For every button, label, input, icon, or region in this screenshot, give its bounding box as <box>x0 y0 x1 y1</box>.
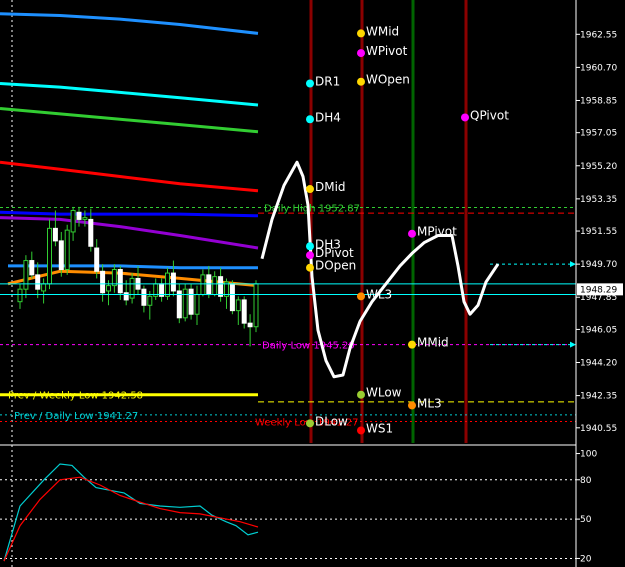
level-label: Prev / Daily Low 1941.27 <box>14 411 138 422</box>
pivot-label: WPivot <box>366 44 408 58</box>
pivot-dot[interactable] <box>408 340 416 349</box>
candle[interactable] <box>52 227 58 242</box>
trading-chart[interactable]: Daily High 1952.87Daily Low 1945.20Prev … <box>0 0 625 567</box>
pivot-dot[interactable] <box>306 263 314 272</box>
level-label: Daily Low 1945.20 <box>262 341 355 352</box>
candle[interactable] <box>111 269 117 287</box>
axis-tick-label: 1942.35 <box>580 392 617 402</box>
candle[interactable] <box>165 272 170 297</box>
oscillator-tick-label: 20 <box>580 554 592 564</box>
candle[interactable] <box>41 283 47 292</box>
candle[interactable] <box>23 260 29 290</box>
candle[interactable] <box>194 294 200 315</box>
candle[interactable] <box>182 288 188 319</box>
candle[interactable] <box>82 217 88 220</box>
candle[interactable] <box>100 270 106 294</box>
candle[interactable] <box>188 288 194 315</box>
candle[interactable] <box>218 276 224 297</box>
candle[interactable] <box>229 283 235 312</box>
candle[interactable] <box>64 229 70 271</box>
pivot-label: DH4 <box>315 110 341 124</box>
candle[interactable] <box>88 218 94 247</box>
candle[interactable] <box>206 274 212 296</box>
candle[interactable] <box>241 299 247 324</box>
pivot-label: QPivot <box>470 108 509 122</box>
candle[interactable] <box>235 299 241 312</box>
pivot-label: ML3 <box>417 396 442 410</box>
candle[interactable] <box>58 240 64 271</box>
pivot-dot[interactable] <box>306 115 314 124</box>
level-label: Prev / Weekly Low 1942.58 <box>8 391 143 402</box>
candle[interactable] <box>29 260 35 276</box>
pivot-label: DOpen <box>315 259 356 273</box>
axis-tick-label: 1960.70 <box>580 63 617 73</box>
pivot-dot[interactable] <box>357 292 365 301</box>
axis-tick-label: 1955.20 <box>580 162 617 172</box>
oscillator-tick-label: 100 <box>580 450 597 460</box>
pivot-dot[interactable] <box>408 401 416 410</box>
pivot-dot[interactable] <box>461 113 469 122</box>
axis-tick-label: 1951.55 <box>580 227 617 237</box>
candle[interactable] <box>70 209 76 233</box>
candle[interactable] <box>117 269 123 294</box>
pivot-dot[interactable] <box>306 251 314 260</box>
pivot-label: WOpen <box>366 73 410 87</box>
oscillator-tick-label: 80 <box>580 476 592 486</box>
candle[interactable] <box>35 274 41 290</box>
candle[interactable] <box>212 276 218 296</box>
candle[interactable] <box>253 283 259 328</box>
oscillator-tick-label: 50 <box>580 515 592 525</box>
pivot-dot[interactable] <box>408 229 416 238</box>
pivot-dot[interactable] <box>306 242 314 251</box>
pivot-label: WMid <box>366 24 399 38</box>
axis-tick-label: 1957.05 <box>580 129 617 139</box>
candle[interactable] <box>170 272 176 292</box>
axis-tick-label: 1962.55 <box>580 30 617 40</box>
candle[interactable] <box>76 211 82 220</box>
candle[interactable] <box>17 288 23 303</box>
candle[interactable] <box>106 285 111 292</box>
candle[interactable] <box>247 322 253 328</box>
axis-tick-label: 1953.35 <box>580 195 617 205</box>
current-price-label: 1948.29 <box>580 285 617 295</box>
axis-tick-label: 1940.55 <box>580 424 617 434</box>
pivot-dot[interactable] <box>357 29 365 38</box>
pivot-dot[interactable] <box>306 419 314 428</box>
axis-tick-label: 1958.85 <box>580 96 617 106</box>
pivot-label: WS1 <box>366 421 393 435</box>
pivot-label: MMid <box>417 336 449 350</box>
axis-tick-label: 1946.05 <box>580 325 617 335</box>
candle[interactable] <box>94 247 100 272</box>
candle[interactable] <box>141 288 147 306</box>
pivot-dot[interactable] <box>357 390 365 399</box>
candle[interactable] <box>147 295 153 306</box>
pivot-label: WLow <box>366 386 402 400</box>
pivot-label: DR1 <box>315 74 340 88</box>
candle[interactable] <box>129 277 135 299</box>
pivot-label: DMid <box>315 180 346 194</box>
pivot-dot[interactable] <box>306 79 314 88</box>
pivot-dot[interactable] <box>306 185 314 194</box>
candle[interactable] <box>200 274 206 296</box>
axis-tick-label: 1944.20 <box>580 359 617 369</box>
candle[interactable] <box>123 292 129 301</box>
pivot-label: WL3 <box>366 287 392 301</box>
pivot-label: DLow <box>315 414 348 428</box>
axis-tick-label: 1949.70 <box>580 260 617 270</box>
pivot-dot[interactable] <box>357 49 365 58</box>
pivot-dot[interactable] <box>357 426 365 435</box>
pivot-label: MPivot <box>417 225 457 239</box>
candle[interactable] <box>47 227 52 285</box>
pivot-dot[interactable] <box>357 77 365 86</box>
